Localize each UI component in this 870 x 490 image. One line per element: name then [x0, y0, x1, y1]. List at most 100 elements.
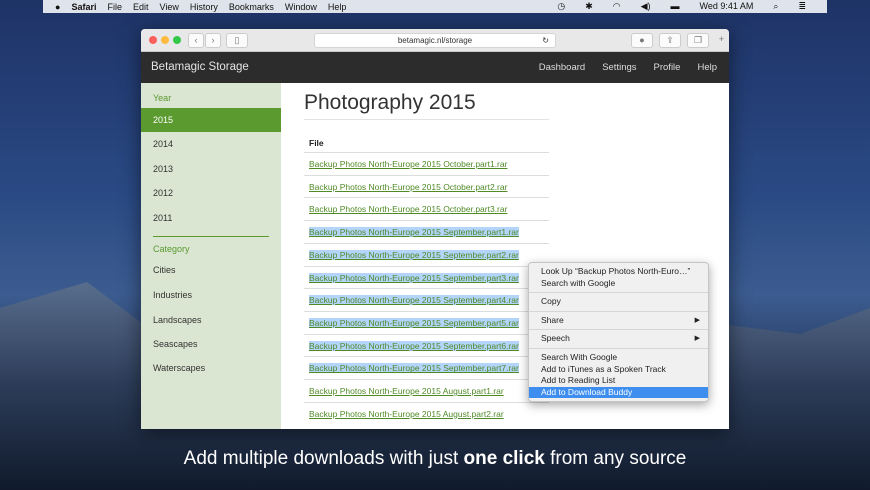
file-link[interactable]: Backup Photos North-Europe 2015 Septembe… [309, 363, 519, 374]
sidebar-toggle-icon[interactable]: ▯ [226, 33, 248, 48]
sidebar-year-2011[interactable]: 2011 [141, 206, 281, 230]
promo-caption: Add multiple downloads with just one cli… [0, 448, 870, 470]
file-link[interactable]: Backup Photos North-Europe 2015 Septembe… [309, 295, 519, 306]
file-link[interactable]: Backup Photos North-Europe 2015 Septembe… [309, 317, 519, 328]
file-link[interactable]: Backup Photos North-Europe 2015 August.p… [309, 386, 504, 396]
clock[interactable]: Wed 9:41 AM [700, 1, 754, 12]
submenu-arrow-icon: ▶ [694, 335, 700, 343]
minimize-button[interactable] [161, 36, 169, 44]
menu-history[interactable]: History [190, 2, 218, 12]
reload-icon[interactable]: ↻ [542, 34, 549, 47]
table-row: Backup Photos North-Europe 2015 Septembe… [304, 333, 549, 357]
menu-separator [529, 292, 708, 294]
url-text: betamagic.nl/storage [397, 36, 473, 45]
sidebar-year-2013[interactable]: 2013 [141, 157, 281, 181]
volume-icon[interactable]: ◀) [641, 1, 651, 12]
table-row: Backup Photos North-Europe 2015 Septembe… [304, 288, 549, 311]
menu-item-copy[interactable]: Copy [529, 296, 708, 308]
back-button[interactable]: ‹ [188, 33, 204, 48]
menu-bar: ● Safari File Edit View History Bookmark… [43, 0, 827, 13]
page-title: Photography 2015 [304, 91, 476, 114]
battery-icon[interactable]: ▬ [671, 1, 680, 12]
menu-item-download-buddy[interactable]: Add to Download Buddy [529, 386, 708, 399]
submenu-arrow-icon: ▶ [694, 316, 700, 324]
menu-item-search-with-google[interactable]: Search With Google [529, 352, 708, 364]
table-row: Backup Photos North-Europe 2015 Septembe… [304, 220, 549, 243]
tabs-icon[interactable]: ❐ [687, 33, 709, 48]
forward-button[interactable]: › [205, 33, 221, 48]
menu-separator [529, 347, 708, 349]
table-row: Backup Photos North-Europe 2015 Septembe… [304, 242, 549, 266]
file-link[interactable]: Backup Photos North-Europe 2015 August.p… [309, 409, 504, 419]
table-row: Backup Photos North-Europe 2015 Septembe… [304, 356, 549, 379]
menu-item-speech[interactable]: Speech ▶ [529, 333, 708, 345]
menu-app[interactable]: Safari [71, 2, 96, 12]
browser-toolbar: ‹ › ▯ betamagic.nl/storage ↻ ● ⇪ ❐ + [141, 29, 729, 52]
speech-label: Speech [541, 333, 570, 344]
sidebar-year-2014[interactable]: 2014 [141, 132, 281, 156]
context-menu: Look Up “Backup Photos North-Euro…” Sear… [528, 262, 709, 402]
site-brand[interactable]: Betamagic Storage [151, 61, 249, 73]
file-link[interactable]: Backup Photos North-Europe 2015 Septembe… [309, 249, 519, 260]
apple-icon[interactable]: ● [55, 2, 60, 12]
nav-profile[interactable]: Profile [654, 62, 681, 73]
menu-view[interactable]: View [159, 2, 178, 12]
caption-text: Add multiple downloads with just [183, 448, 464, 469]
file-link[interactable]: Backup Photos North-Europe 2015 Septembe… [309, 227, 519, 238]
table-row: Backup Photos North-Europe 2015 October.… [304, 152, 549, 175]
time-machine-icon[interactable]: ◷ [557, 1, 565, 12]
column-header-file: File [309, 138, 324, 148]
table-row: Backup Photos North-Europe 2015 October.… [304, 174, 549, 198]
sidebar-category-landscapes[interactable]: Landscapes [141, 308, 281, 332]
table-row: Backup Photos North-Europe 2015 Septembe… [304, 265, 549, 289]
year-heading: Year [153, 93, 172, 103]
notification-center-icon[interactable]: ≣ [798, 1, 806, 12]
sidebar-year-2012[interactable]: 2012 [141, 181, 281, 205]
title-divider [304, 119, 549, 120]
close-button[interactable] [149, 36, 157, 44]
table-row: Backup Photos North-Europe 2015 August.p… [304, 401, 549, 425]
menu-edit[interactable]: Edit [133, 2, 149, 12]
sidebar-year-2015[interactable]: 2015 [141, 108, 281, 132]
nav-dashboard[interactable]: Dashboard [539, 62, 585, 73]
menu-item-share[interactable]: Share ▶ [529, 315, 708, 327]
new-tab-icon[interactable]: + [714, 33, 729, 48]
menu-item-add-to-itunes[interactable]: Add to iTunes as a Spoken Track [529, 364, 708, 376]
file-link[interactable]: Backup Photos North-Europe 2015 October.… [309, 204, 507, 214]
menu-file[interactable]: File [107, 2, 122, 12]
file-link[interactable]: Backup Photos North-Europe 2015 October.… [309, 159, 507, 169]
menu-separator [529, 310, 708, 312]
wifi-icon[interactable]: ◠ [613, 1, 621, 12]
bluetooth-icon[interactable]: ✱ [585, 1, 593, 12]
table-row: Backup Photos North-Europe 2015 Septembe… [304, 310, 549, 334]
spotlight-icon[interactable]: ⌕ [773, 1, 778, 12]
sidebar: Year 2015 2014 2013 2012 2011 Category C… [141, 83, 281, 429]
table-row: Backup Photos North-Europe 2015 August.p… [304, 379, 549, 402]
category-heading: Category [153, 244, 190, 254]
menu-window[interactable]: Window [285, 2, 317, 12]
menu-separator [529, 329, 708, 331]
downloads-icon[interactable]: ● [631, 33, 653, 48]
address-bar[interactable]: betamagic.nl/storage ↻ [314, 33, 556, 48]
caption-bold: one click [463, 448, 545, 469]
sidebar-category-seascapes[interactable]: Seascapes [141, 332, 281, 356]
sidebar-category-waterscapes[interactable]: Waterscapes [141, 356, 281, 380]
file-link[interactable]: Backup Photos North-Europe 2015 Septembe… [309, 272, 519, 283]
share-label: Share [541, 314, 564, 325]
nav-help[interactable]: Help [697, 62, 717, 73]
nav-settings[interactable]: Settings [602, 62, 636, 73]
menu-item-look-up[interactable]: Look Up “Backup Photos North-Euro…” [529, 266, 708, 278]
menu-item-reading-list[interactable]: Add to Reading List [529, 375, 708, 387]
menu-item-search-google[interactable]: Search with Google [529, 278, 708, 290]
sidebar-divider [153, 236, 269, 237]
zoom-button[interactable] [173, 36, 181, 44]
sidebar-category-cities[interactable]: Cities [141, 258, 281, 282]
menu-bookmarks[interactable]: Bookmarks [229, 2, 274, 12]
file-link[interactable]: Backup Photos North-Europe 2015 October.… [309, 182, 507, 192]
menu-help[interactable]: Help [328, 2, 347, 12]
table-row: Backup Photos North-Europe 2015 October.… [304, 197, 549, 220]
site-navbar: Betamagic Storage Dashboard Settings Pro… [141, 52, 729, 83]
share-icon[interactable]: ⇪ [659, 33, 681, 48]
file-link[interactable]: Backup Photos North-Europe 2015 Septembe… [309, 340, 519, 351]
sidebar-category-industries[interactable]: Industries [141, 283, 281, 307]
